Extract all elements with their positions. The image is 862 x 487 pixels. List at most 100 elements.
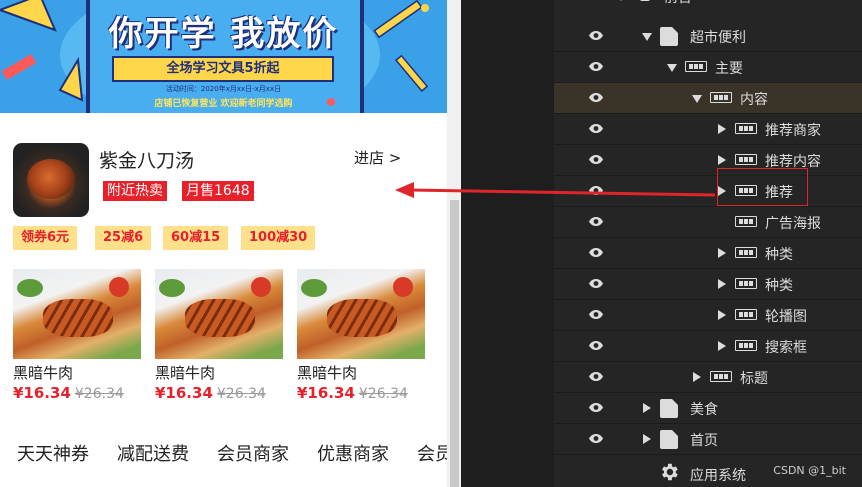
- layer-label: 广告海报: [765, 216, 821, 232]
- product-price: ¥16.34 ¥26.34: [297, 384, 408, 402]
- product-name: 黑暗牛肉: [13, 364, 74, 382]
- eye-icon[interactable]: [588, 340, 604, 351]
- eye-icon[interactable]: [588, 92, 604, 103]
- component-icon: [735, 154, 757, 165]
- collapse-arrow-icon[interactable]: [718, 341, 726, 351]
- layer-row[interactable]: 推荐内容: [554, 145, 862, 176]
- collapse-arrow-icon[interactable]: [718, 248, 726, 258]
- product-card[interactable]: 黑暗牛肉 ¥16.34 ¥26.34: [13, 269, 141, 402]
- eye-icon[interactable]: [588, 433, 604, 444]
- layer-label: 超市便利: [690, 30, 746, 46]
- component-icon: [735, 123, 757, 134]
- layer-label: 种类: [765, 247, 793, 263]
- product-image: [155, 269, 283, 359]
- eye-icon[interactable]: [588, 278, 604, 289]
- page-icon: [660, 27, 678, 46]
- layer-row[interactable]: 首页: [554, 424, 862, 455]
- product-card[interactable]: 黑暗牛肉 ¥16.34 ¥26.34: [297, 269, 425, 402]
- layer-row[interactable]: 轮播图: [554, 300, 862, 331]
- eye-icon[interactable]: [588, 371, 604, 382]
- expand-arrow-icon[interactable]: [642, 33, 652, 41]
- layer-label: 主要: [715, 61, 743, 77]
- product-image: [13, 269, 141, 359]
- coupon-tag[interactable]: 25减6: [95, 226, 152, 250]
- layer-row[interactable]: 推荐商家: [554, 114, 862, 145]
- expand-arrow-icon[interactable]: [616, 0, 626, 1]
- product-image: [297, 269, 425, 359]
- layer-row[interactable]: 种类: [554, 238, 862, 269]
- hot-nearby-tag: 附近热卖: [103, 181, 167, 201]
- component-icon: [735, 247, 757, 258]
- layer-label: 轮播图: [765, 309, 807, 325]
- coupon-tag[interactable]: 领券6元: [13, 226, 78, 250]
- highlight-box: [717, 168, 808, 206]
- collapse-arrow-icon[interactable]: [643, 403, 651, 413]
- layer-label: 搜索框: [765, 340, 807, 356]
- page-icon: [660, 399, 678, 418]
- collapse-arrow-icon[interactable]: [718, 124, 726, 134]
- layer-label: 前台: [664, 0, 692, 7]
- layer-row[interactable]: 种类: [554, 269, 862, 300]
- collapse-arrow-icon[interactable]: [718, 155, 726, 165]
- banner-headline: 你开学 我放价: [108, 14, 339, 54]
- layer-tree-panel: 前台 超市便利主要内容推荐商家推荐内容推荐广告海报种类种类轮播图搜索框标题美食首…: [554, 0, 862, 487]
- product-old-price: ¥26.34: [74, 386, 124, 402]
- eye-icon[interactable]: [588, 247, 604, 258]
- coupon-tag[interactable]: 60减15: [163, 226, 229, 250]
- layer-row[interactable]: 美食: [554, 393, 862, 424]
- expand-arrow-icon[interactable]: [667, 64, 677, 72]
- component-icon: [735, 309, 757, 320]
- layer-row-frontend[interactable]: 前台: [554, 0, 862, 12]
- expand-arrow-icon[interactable]: [692, 95, 702, 103]
- product-price: ¥16.34 ¥26.34: [13, 384, 124, 402]
- promo-banner[interactable]: 你开学 我放价 全场学习文具5折起 活动时间：2020年x月xx日-x月xx日 …: [0, 0, 447, 113]
- layer-row[interactable]: 标题: [554, 362, 862, 393]
- component-icon: [685, 61, 707, 72]
- nav-item[interactable]: 减配送费: [117, 440, 189, 466]
- nav-item[interactable]: 天天神券: [17, 440, 89, 466]
- component-icon: [735, 278, 757, 289]
- nav-item[interactable]: 会员: [417, 440, 447, 466]
- scrollbar-thumb[interactable]: [450, 200, 459, 487]
- eye-icon[interactable]: [588, 154, 604, 165]
- layer-label: 美食: [690, 402, 718, 418]
- component-icon: [735, 340, 757, 351]
- product-name: 黑暗牛肉: [155, 364, 216, 382]
- layer-row[interactable]: 广告海报: [554, 207, 862, 238]
- shop-name: 紫金八刀汤: [99, 150, 195, 172]
- layer-row[interactable]: 搜索框: [554, 331, 862, 362]
- layer-row[interactable]: 内容: [554, 83, 862, 114]
- page-icon: [660, 430, 678, 449]
- eye-icon[interactable]: [588, 216, 604, 227]
- monthly-sales-tag: 月售1648: [182, 181, 254, 201]
- banner-footer: 店铺已恢复营业 欢迎新老同学选购: [154, 99, 293, 109]
- eye-icon[interactable]: [588, 402, 604, 413]
- nav-item[interactable]: 会员商家: [217, 440, 289, 466]
- layer-row[interactable]: 推荐: [554, 176, 862, 207]
- layer-label: 种类: [765, 278, 793, 294]
- phone-preview: 你开学 我放价 全场学习文具5折起 活动时间：2020年x月xx日-x月xx日 …: [0, 0, 447, 487]
- eye-icon[interactable]: [588, 30, 604, 41]
- collapse-arrow-icon[interactable]: [718, 279, 726, 289]
- layer-row[interactable]: 主要: [554, 52, 862, 83]
- eye-icon[interactable]: [588, 309, 604, 320]
- watermark: CSDN @1_bit: [773, 464, 846, 477]
- preview-scrollbar[interactable]: [447, 0, 461, 487]
- collapse-arrow-icon[interactable]: [643, 434, 651, 444]
- product-price: ¥16.34 ¥26.34: [155, 384, 266, 402]
- layer-row[interactable]: 超市便利: [554, 21, 862, 52]
- system-label[interactable]: 应用系统: [690, 465, 746, 485]
- eye-icon[interactable]: [588, 61, 604, 72]
- eye-icon[interactable]: [588, 123, 604, 134]
- product-card[interactable]: 黑暗牛肉 ¥16.34 ¥26.34: [155, 269, 283, 402]
- nav-item[interactable]: 优惠商家: [317, 440, 389, 466]
- enter-store-link[interactable]: 进店 >: [354, 147, 401, 168]
- product-name: 黑暗牛肉: [297, 364, 358, 382]
- shop-logo-image[interactable]: [13, 143, 89, 217]
- layer-label: 首页: [690, 433, 718, 449]
- collapse-arrow-icon[interactable]: [718, 310, 726, 320]
- coupon-tag[interactable]: 100减30: [241, 226, 316, 250]
- collapse-arrow-icon[interactable]: [693, 372, 701, 382]
- eye-icon[interactable]: [588, 185, 604, 196]
- layer-label: 内容: [740, 92, 768, 108]
